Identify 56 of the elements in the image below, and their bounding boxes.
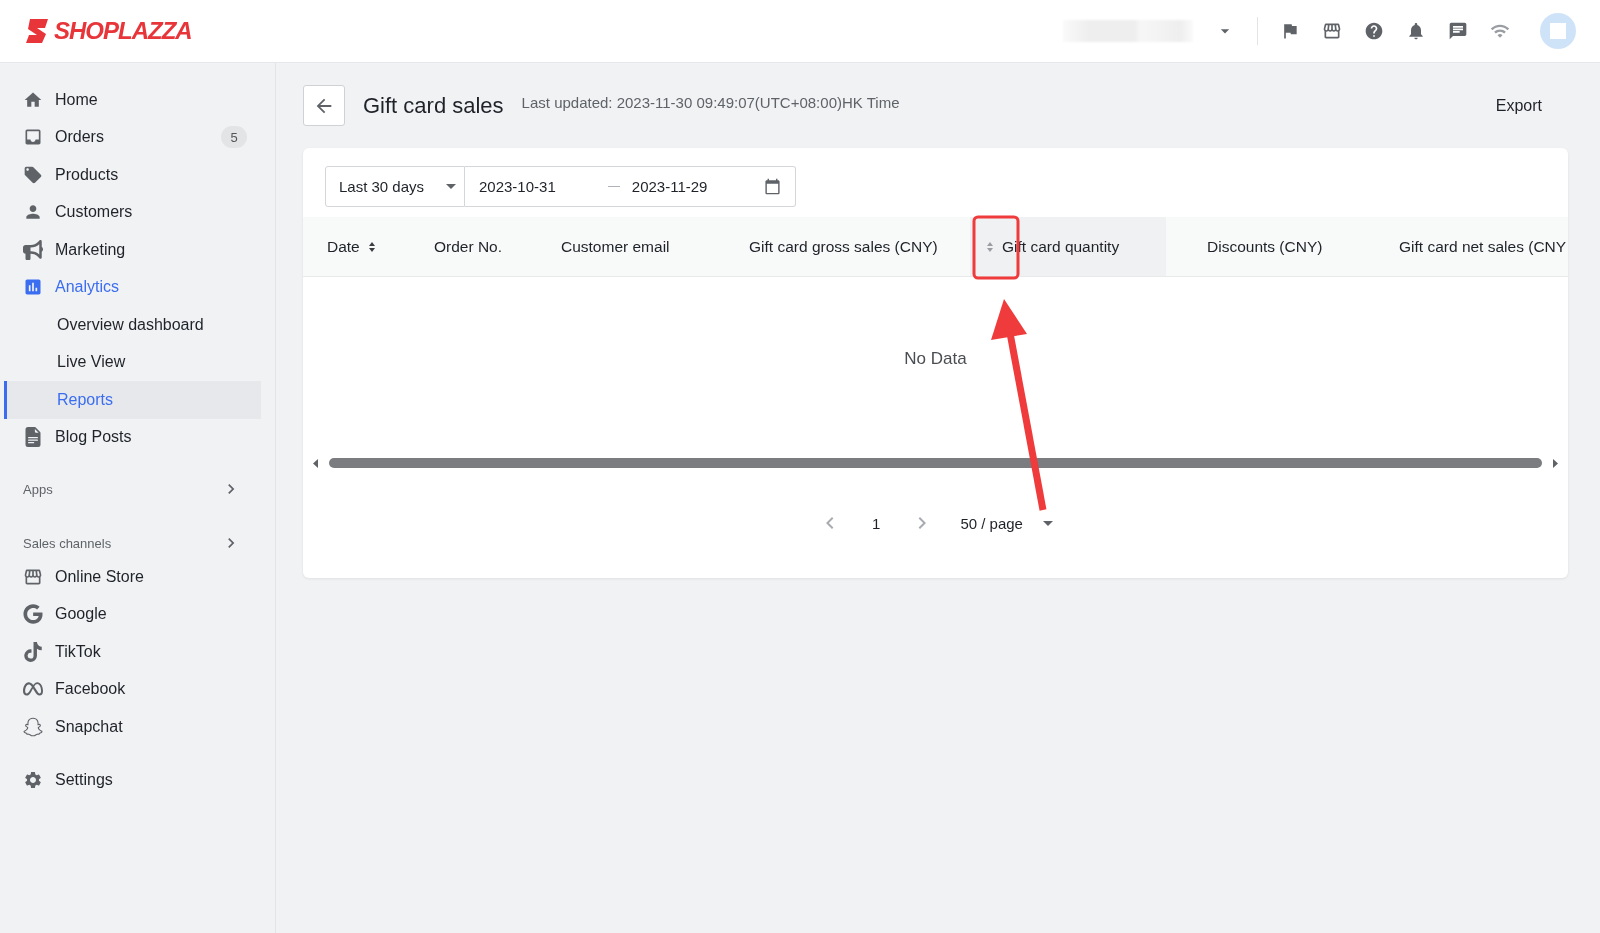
export-button[interactable]: Export bbox=[1495, 90, 1542, 121]
sidebar-item[interactable]: Home bbox=[4, 81, 261, 119]
bar-chart-icon bbox=[23, 277, 43, 298]
sidebar-item[interactable]: Google bbox=[4, 595, 261, 633]
column-header: Gift card gross sales (CNY) bbox=[748, 236, 939, 257]
sidebar-item[interactable]: Online Store bbox=[4, 558, 261, 596]
inbox-icon bbox=[23, 127, 43, 148]
sidebar-item[interactable]: Products bbox=[4, 156, 261, 194]
tiktok-icon bbox=[23, 641, 43, 662]
range-dropdown[interactable]: Last 30 days bbox=[325, 166, 465, 207]
page-title: Gift card sales bbox=[363, 92, 504, 119]
snapchat-icon bbox=[23, 716, 43, 737]
page-number[interactable]: 1 bbox=[868, 514, 885, 532]
sidebar-item[interactable]: Customers bbox=[4, 193, 261, 231]
sidebar-item[interactable]: Orders 5 bbox=[4, 118, 261, 156]
caret-icon bbox=[1042, 520, 1053, 526]
calendar-icon bbox=[764, 178, 781, 195]
sort-icon[interactable] bbox=[367, 240, 376, 253]
scroll-left-icon[interactable] bbox=[313, 458, 318, 468]
sidebar-item[interactable]: Facebook bbox=[4, 670, 261, 708]
logo-text: SHOPLAZZA bbox=[54, 17, 192, 45]
storefront-icon[interactable] bbox=[1322, 21, 1342, 41]
sidebar-item[interactable]: Marketing bbox=[4, 231, 261, 269]
date-range-field[interactable]: 2023-10-31 2023-11-29 bbox=[465, 166, 796, 207]
bell-icon[interactable] bbox=[1406, 21, 1426, 41]
google-icon bbox=[23, 604, 43, 625]
sidebar-item[interactable]: Snapchat bbox=[4, 708, 261, 746]
back-button[interactable] bbox=[303, 85, 345, 126]
sidebar-item[interactable]: Overview dashboard bbox=[4, 306, 261, 344]
document-icon bbox=[23, 427, 43, 448]
column-header: Discounts (CNY) bbox=[1206, 236, 1324, 257]
sidebar-item[interactable]: Settings bbox=[4, 761, 261, 799]
column-header[interactable]: Date bbox=[303, 217, 418, 276]
megaphone-icon bbox=[23, 239, 43, 260]
page-size-dropdown[interactable]: 50 / page bbox=[960, 514, 1053, 532]
section-header[interactable]: Sales channels bbox=[4, 528, 261, 558]
count-badge: 5 bbox=[221, 126, 247, 149]
sidebar-item[interactable]: Live View bbox=[4, 343, 261, 381]
caret-icon bbox=[446, 184, 456, 189]
horizontal-scrollbar[interactable] bbox=[329, 458, 1542, 468]
scroll-right-icon[interactable] bbox=[1553, 458, 1558, 468]
sidebar-item[interactable]: Blog Posts bbox=[4, 418, 261, 456]
column-header: Customer email bbox=[560, 236, 671, 257]
logo-icon bbox=[24, 17, 50, 45]
empty-message: No Data bbox=[904, 349, 967, 369]
column-header: Order No. bbox=[433, 236, 504, 257]
settings-icon bbox=[23, 770, 43, 791]
tag-icon bbox=[23, 164, 43, 185]
column-header: Gift card net sales (CNY bbox=[1398, 236, 1568, 257]
sidebar-item[interactable]: TikTok bbox=[4, 633, 261, 671]
sidebar-item[interactable]: Analytics bbox=[4, 268, 261, 306]
sidebar-item[interactable]: Reports bbox=[4, 381, 261, 419]
last-updated-text: Last updated: 2023-11-30 09:49:07(UTC+08:00)HK Time bbox=[521, 94, 900, 111]
chat-icon[interactable] bbox=[1448, 21, 1468, 41]
help-icon[interactable] bbox=[1364, 21, 1384, 41]
section-header[interactable]: Apps bbox=[4, 474, 261, 504]
